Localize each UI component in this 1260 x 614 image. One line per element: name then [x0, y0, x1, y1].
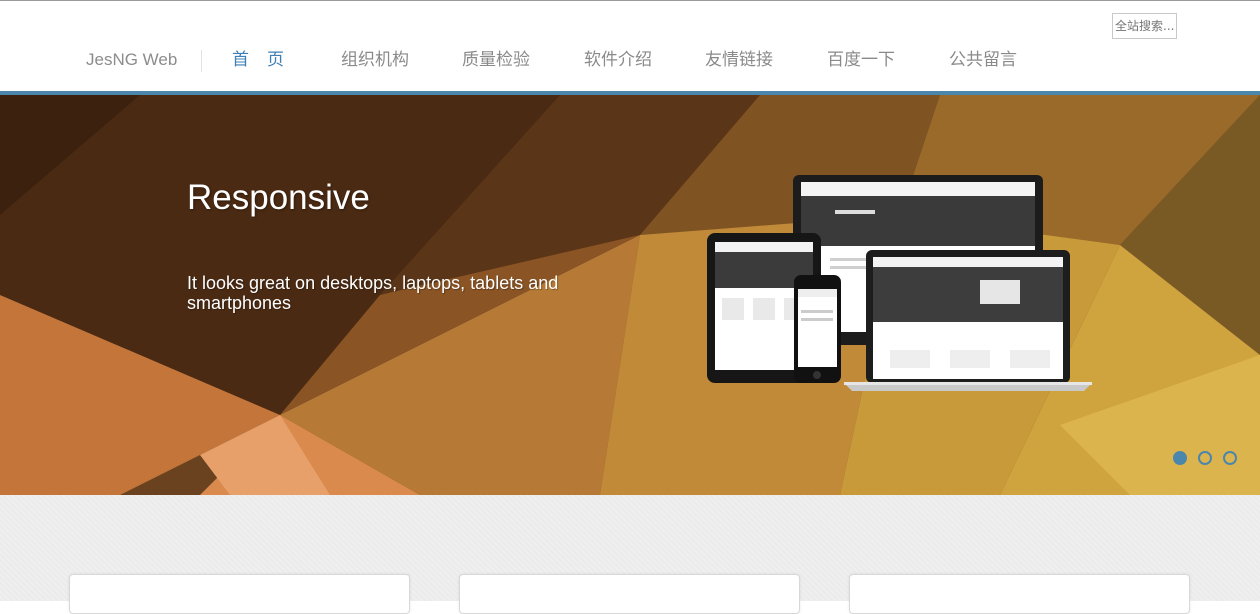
brand-logo-text[interactable]: JesNG Web [86, 49, 177, 71]
brand-divider [201, 50, 202, 72]
feature-card-3 [849, 574, 1190, 614]
nav-item-organization[interactable]: 组织机构 [341, 49, 409, 71]
site-header: JesNG Web 首页 组织机构 质量检验 软件介绍 友情链接 百度一下 公共… [0, 1, 1260, 91]
nav-item-links[interactable]: 友情链接 [705, 49, 773, 71]
nav-item-quality-inspection[interactable]: 质量检验 [462, 49, 530, 71]
feature-card-1 [69, 574, 410, 614]
hero-subtitle: It looks great on desktops, laptops, tab… [187, 273, 559, 313]
slider-dot-1[interactable] [1173, 451, 1187, 465]
content-area [0, 495, 1260, 614]
site-search-input[interactable] [1112, 13, 1177, 39]
nav-item-software[interactable]: 软件介绍 [584, 49, 652, 71]
devices-mockup-image [707, 175, 1092, 391]
feature-card-2 [459, 574, 800, 614]
nav-item-home[interactable]: 首页 [232, 49, 302, 71]
hero-title: Responsive [187, 178, 370, 217]
slider-dot-2[interactable] [1198, 451, 1212, 465]
nav-item-guestbook[interactable]: 公共留言 [949, 49, 1017, 71]
nav-item-baidu[interactable]: 百度一下 [827, 49, 895, 71]
slider-dot-3[interactable] [1223, 451, 1237, 465]
hero-slider: Responsive It looks great on desktops, l… [0, 95, 1260, 495]
